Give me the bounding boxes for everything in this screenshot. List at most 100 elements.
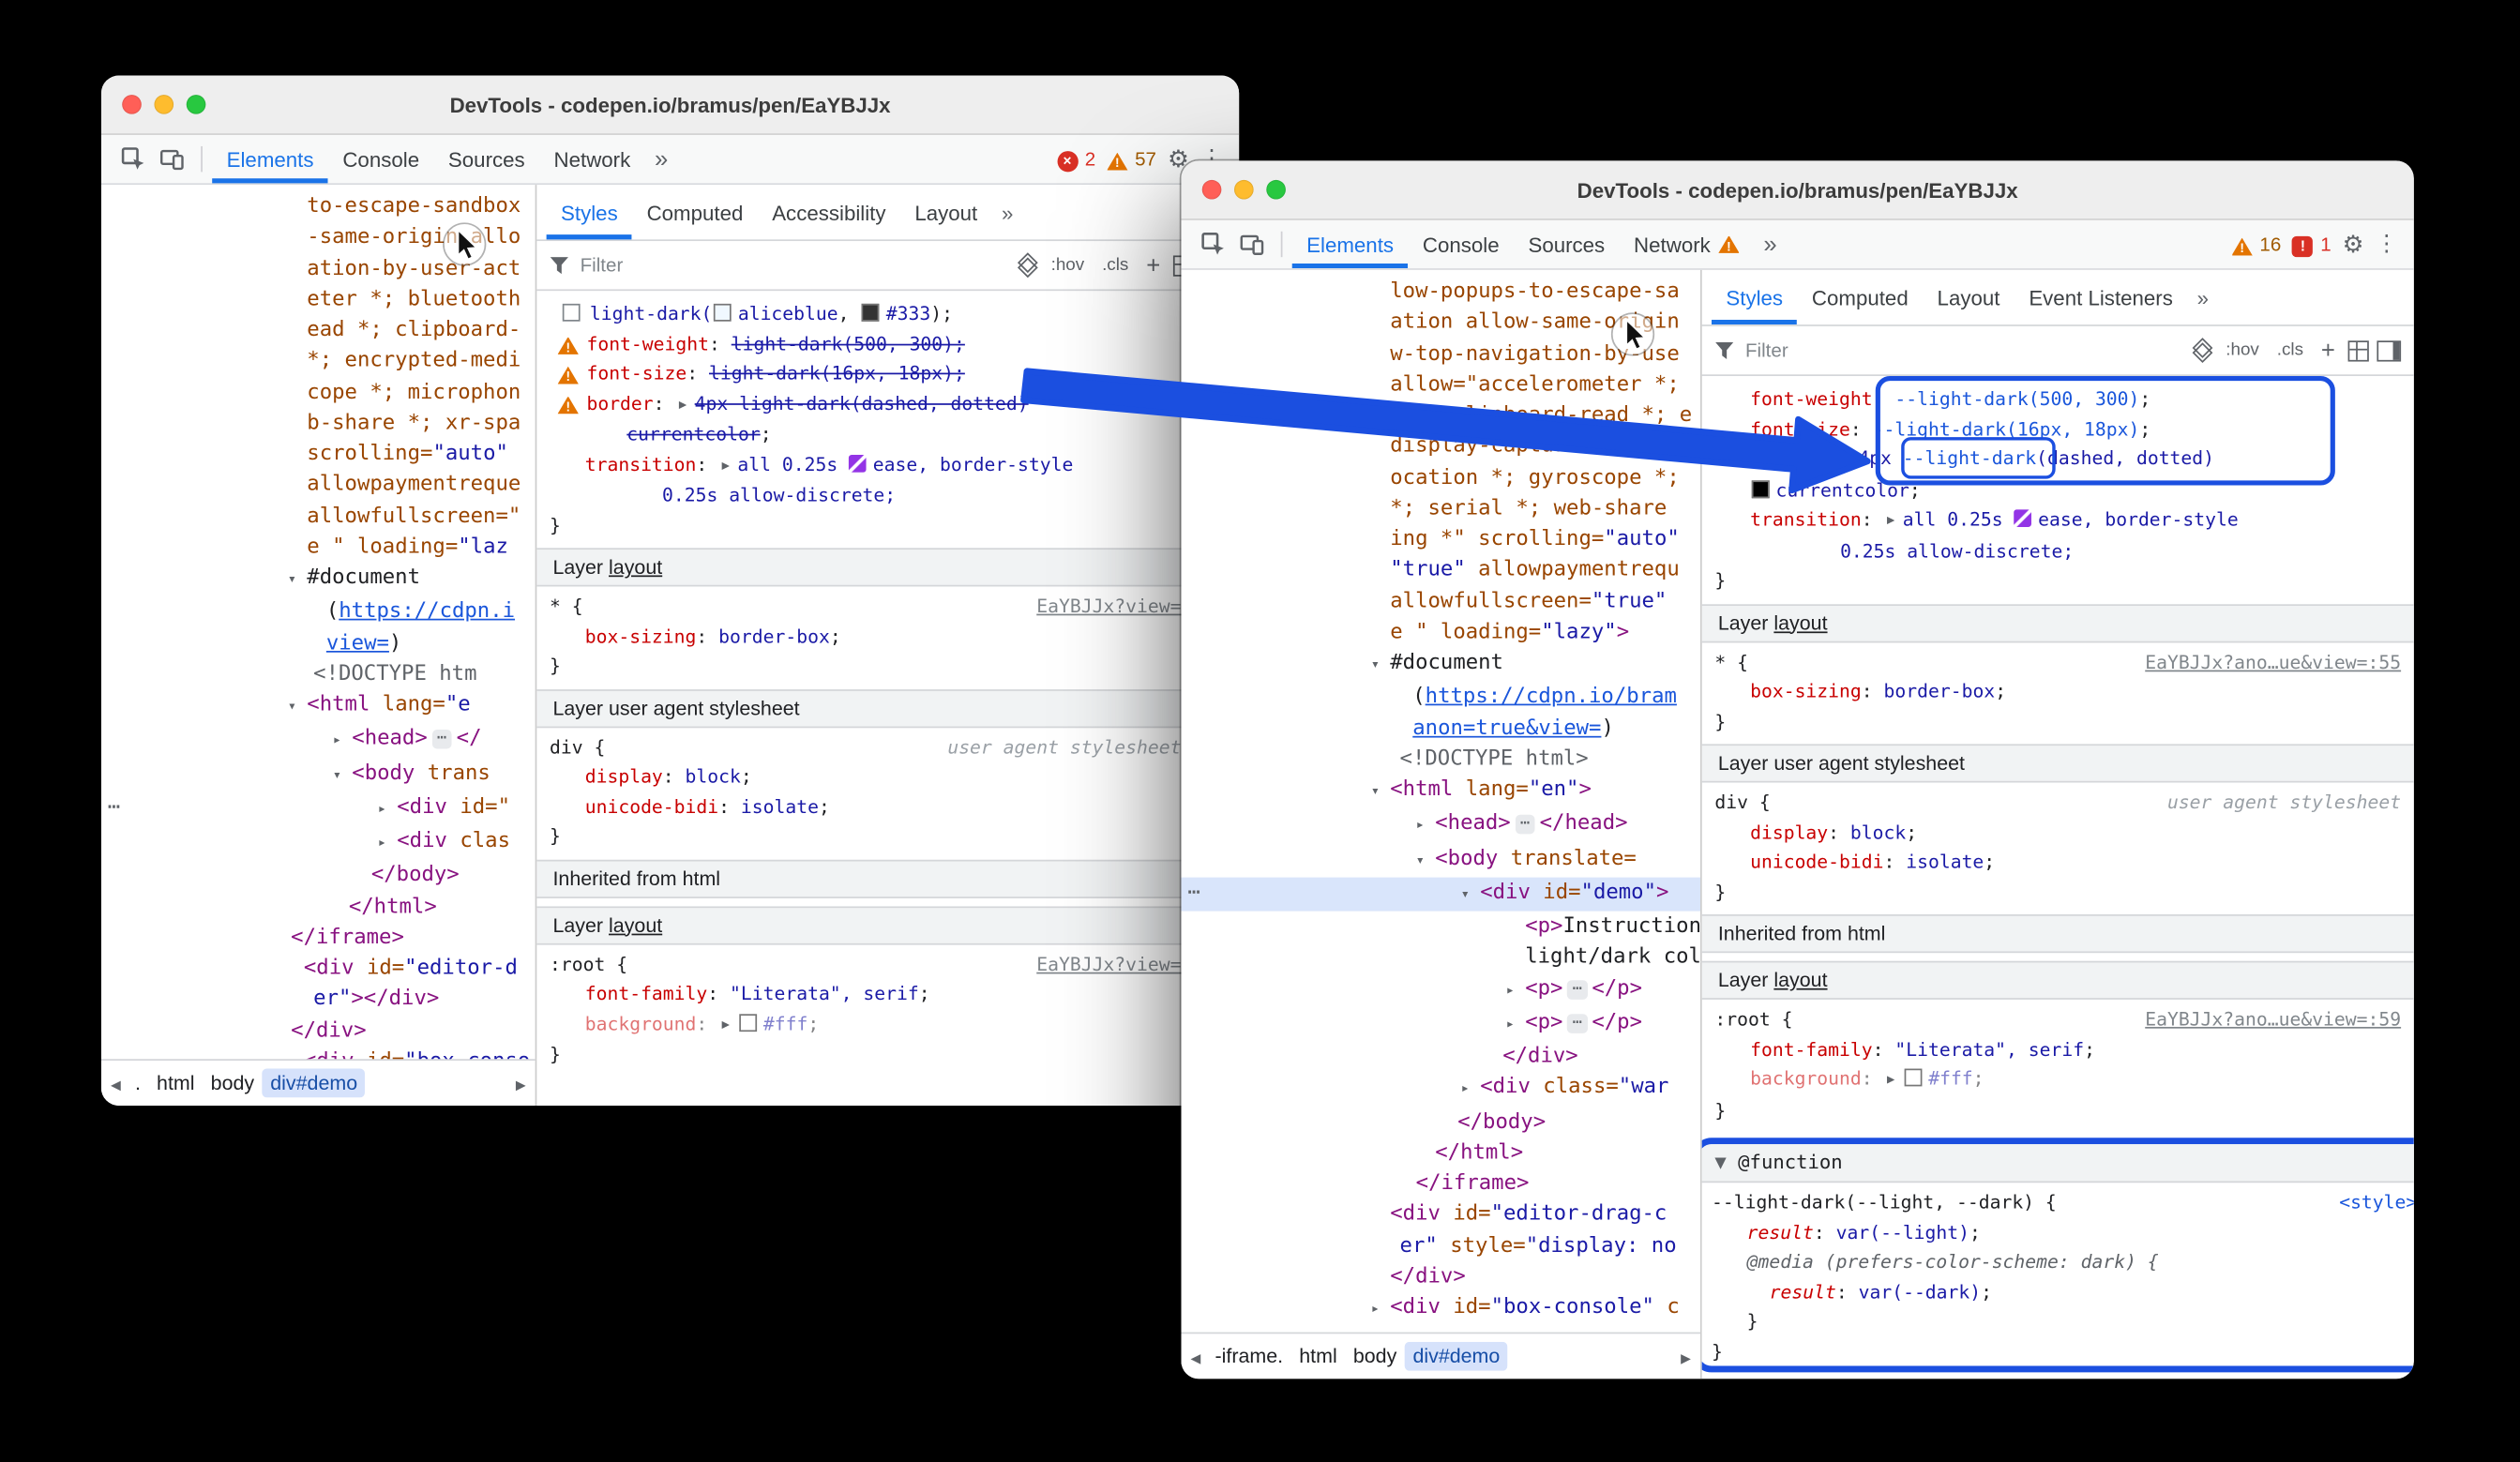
console-warnings-badge[interactable]: 57 [1107,144,1156,173]
inspect-element-icon[interactable] [119,146,148,172]
style-declaration[interactable]: } [1702,706,2414,736]
dom-tree-node[interactable]: cope *; microphon [101,377,536,408]
tab-more[interactable]: » [645,135,678,183]
dom-tree-node[interactable]: scrolling="auto" [101,439,536,470]
dom-tree-node[interactable]: <p>Instruction [1181,912,1699,942]
dom-tree-node[interactable]: <!DOCTYPE html> [1181,744,1699,775]
dom-tree-node[interactable]: allowpaymentreque [101,470,536,501]
tab-styles[interactable]: Styles [1712,270,1798,324]
breadcrumb-item[interactable]: body [1345,1342,1405,1371]
style-declaration[interactable]: transition: all 0.25s ease, border-style [1702,505,2414,535]
style-declaration[interactable]: 0.25s allow-discrete; [1702,535,2414,565]
declaration-checkbox[interactable] [563,304,581,322]
style-declaration[interactable]: --light-dark(--light, --dark) {<style> [1702,1187,2414,1217]
dom-tree-node[interactable]: </div> [1181,1041,1699,1072]
dom-tree-node[interactable]: #document [1181,648,1699,682]
dom-tree-node[interactable]: <div id="box-conso [101,1046,536,1059]
minimize-button[interactable] [1234,180,1254,200]
styles-filter-input[interactable] [577,252,1007,278]
dom-tree-node[interactable]: <body translate= [1181,843,1699,877]
dom-tree-node[interactable]: ation-by-user-act [101,253,536,284]
dom-tree-node[interactable]: eter *; bluetooth [101,284,536,315]
style-declaration[interactable]: background: #fff; [1702,1063,2414,1094]
rule-source-link[interactable]: EaYBJJx?ano…ue&view=:55 [2145,647,2401,677]
dom-tree-node[interactable]: <!DOCTYPE htm [101,658,536,689]
rule-source-link[interactable]: <style> [2339,1187,2414,1217]
node-options-icon[interactable] [108,791,120,822]
style-declaration[interactable]: box-sizing: border-box; [1702,676,2414,706]
breadcrumb-item[interactable]: div#demo [263,1069,366,1098]
dom-tree-node[interactable]: er" style="display: no [1181,1230,1699,1261]
style-declaration[interactable]: result: var(--light); [1702,1217,2414,1247]
breadcrumb-item[interactable]: body [203,1069,263,1098]
dom-tree-node[interactable]: view=) [101,627,536,658]
breadcrumb-scroll-right-icon[interactable] [509,1071,532,1095]
dom-tree-node[interactable]: low-popups-to-escape-sa [1181,277,1699,308]
styles-filter-input[interactable] [1743,338,2182,363]
dom-tree-node[interactable]: </body> [101,860,536,891]
dom-tree-node[interactable]: <head></ [101,724,536,758]
rule-source-link[interactable]: EaYBJJx?view= [1036,592,1181,622]
tab-computed[interactable]: Computed [1798,270,1924,324]
styles-section-header[interactable]: Layer layout [1702,603,2414,641]
dom-tree-node[interactable]: display-capture *; enc [1181,431,1699,462]
rule-source-link[interactable]: user agent stylesheet [2167,788,2401,818]
dom-tree-node[interactable]: <div class="war [1181,1072,1699,1106]
dom-tree-node[interactable]: <body trans [101,758,536,791]
issues-badge[interactable]: 1 [2292,230,2331,259]
device-toolbar-icon[interactable] [1237,232,1266,257]
device-toolbar-icon[interactable] [158,146,187,172]
dom-tree-node[interactable]: ation allow-same-origin [1181,308,1699,339]
tab-accessibility[interactable]: Accessibility [758,185,900,239]
tab-elements[interactable]: Elements [1292,220,1409,268]
dom-tree-node[interactable]: </iframe> [1181,1168,1699,1199]
dom-tree-node[interactable]: <p></p> [1181,973,1699,1007]
tab-console[interactable]: Console [1408,220,1514,268]
style-declaration[interactable]: } [536,651,1239,681]
dom-tree-node[interactable]: allowfullscreen=" [101,501,536,532]
zoom-button[interactable] [187,95,206,114]
tab-more[interactable]: » [992,185,1023,239]
style-declaration[interactable]: border: 4px light-dark(dashed, dotted) [536,388,1239,419]
style-declaration[interactable]: * {EaYBJJx?ano…ue&view=:55 [1702,647,2414,677]
tab-styles[interactable]: Styles [547,185,633,239]
style-declaration[interactable]: transition: all 0.25s ease, border-style [536,449,1239,480]
dom-tree-node[interactable]: b-share *; xr-spa [101,408,536,439]
dom-tree-node[interactable]: <html lang="e [101,689,536,723]
rule-source-link[interactable]: EaYBJJx?ano…ue&view=:59 [2145,1004,2401,1034]
dom-tree-node[interactable]: e " loading="laz [101,532,536,563]
style-declaration[interactable]: unicode-bidi: isolate; [1702,847,2414,877]
rule-source-link[interactable]: EaYBJJx?view= [1036,949,1181,979]
color-swatch[interactable] [1905,1069,1923,1087]
dom-tree-node[interactable]: </div> [101,1015,536,1046]
tab-console[interactable]: Console [328,135,434,183]
dom-tree-node[interactable]: <div id="editor-d [101,953,536,984]
tab-event-listeners[interactable]: Event Listeners [2014,270,2187,324]
dom-tree-node[interactable]: </html> [1181,1138,1699,1168]
tab-sources[interactable]: Sources [1514,220,1620,268]
color-swatch[interactable] [714,304,732,322]
dom-tree-node[interactable]: (https://cdpn.i [101,596,536,627]
console-warnings-badge[interactable]: 16 [2231,230,2281,259]
close-button[interactable] [122,95,142,114]
new-style-rule-button[interactable]: + [1141,253,1165,278]
inspect-element-icon[interactable] [1199,232,1228,257]
styles-section-header[interactable]: ▼ @function [1702,1144,2414,1183]
styles-section-header[interactable]: Layer layout [536,548,1239,586]
style-declaration[interactable]: :root {EaYBJJx?ano…ue&view=:59 [1702,1004,2414,1034]
layers-icon[interactable] [2191,339,2213,360]
style-declaration[interactable]: } [536,1040,1239,1070]
style-declaration[interactable]: } [1702,1306,2414,1336]
minimize-button[interactable] [155,95,174,114]
breadcrumb-item[interactable]: div#demo [1405,1342,1508,1371]
toggle-element-state-button[interactable]: :hov [1046,255,1089,275]
styles-section-header[interactable]: Layer layout [536,906,1239,944]
breadcrumb-item[interactable]: html [1291,1342,1346,1371]
dom-tree-node[interactable]: </html> [101,891,536,922]
dom-tree-node[interactable]: <div id="demo"> [1181,877,1699,911]
style-declaration[interactable]: border: 4px --light-dark(dashed, dotted) [1702,444,2414,475]
dom-tree-node[interactable]: <html lang="en"> [1181,775,1699,808]
style-declaration[interactable]: } [536,510,1239,540]
style-declaration[interactable]: } [536,821,1239,852]
tab-layout[interactable]: Layout [900,185,992,239]
